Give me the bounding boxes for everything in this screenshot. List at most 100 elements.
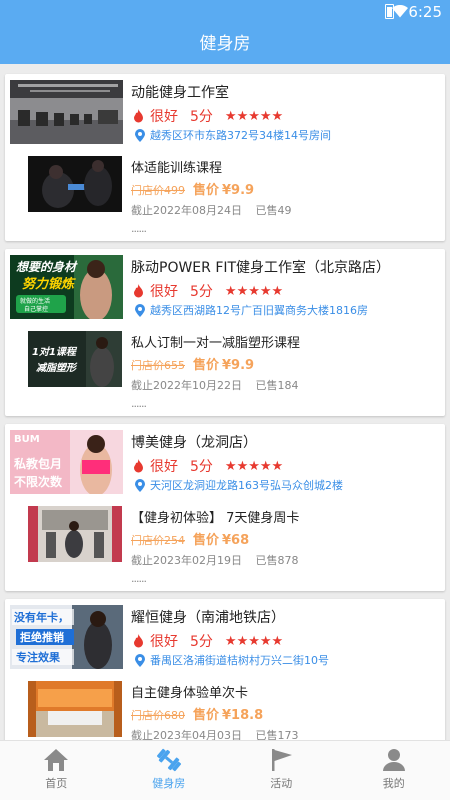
thumb-line1: 1对1课程: [32, 346, 78, 358]
sold-count: 已售184: [255, 379, 299, 392]
location-pin-icon: [135, 478, 145, 492]
price-row: 门店价655 售价 ¥9.9: [131, 354, 254, 373]
sale-price: ¥68: [222, 533, 250, 548]
svg-text:就做的生活: 就做的生活: [20, 297, 50, 305]
store-address: 越秀区西湖路12号广百旧翼商务大楼1816房: [150, 304, 368, 317]
store-name: 脉动POWER FIT健身工作室（北京路店）: [131, 260, 391, 276]
more-link[interactable]: ......: [131, 397, 147, 410]
sale-price: ¥18.8: [222, 708, 264, 723]
tab-label: 首页: [45, 777, 68, 790]
store-image: 没有年卡， 拒绝推销 专注效果: [10, 605, 123, 669]
store-image: 想要的身材 努力锻炼 就做的生活 自己掌控: [10, 255, 123, 319]
original-price: 门店价499: [131, 184, 185, 197]
store-address: 越秀区环市东路372号34楼14号房间: [150, 129, 331, 142]
status-time: 6:25: [408, 3, 442, 21]
banner-line1: 想要的身材: [16, 260, 78, 274]
tab-label: 活动: [270, 777, 293, 790]
address-row[interactable]: 越秀区环市东路372号34楼14号房间: [135, 127, 331, 143]
bottom-tab-bar: 首页 健身房 活动 我的: [0, 740, 450, 800]
price-row: 门店价254 售价 ¥68: [131, 529, 249, 548]
address-row[interactable]: 天河区龙洞迎龙路163号弘马众创城2楼: [135, 477, 343, 493]
location-pin-icon: [135, 303, 145, 317]
deadline: 截止2023年02月19日: [131, 554, 242, 567]
course-image: [28, 506, 122, 562]
flame-icon: [134, 109, 143, 123]
rating-row: 很好 5分 ★★★★★: [133, 106, 283, 126]
deadline: 截止2022年10月22日: [131, 379, 242, 392]
original-price: 门店价254: [131, 534, 185, 547]
sale-label: 售价: [193, 708, 220, 723]
star-rating: ★★★★★: [224, 633, 284, 649]
sale-label: 售价: [193, 183, 220, 198]
deadline: 截止2022年08月24日: [131, 204, 242, 217]
store-name: 动能健身工作室: [131, 85, 229, 101]
sale-label: 售价: [193, 358, 220, 373]
banner-line1: 没有年卡，: [14, 610, 69, 624]
address-row[interactable]: 越秀区西湖路12号广百旧翼商务大楼1816房: [135, 302, 368, 318]
sold-count: 已售49: [255, 204, 292, 217]
flame-icon: [134, 634, 143, 648]
flame-icon: [134, 459, 143, 473]
wifi-icon: [392, 5, 408, 18]
banner-line3: 专注效果: [16, 650, 60, 664]
tab-label: 健身房: [152, 777, 186, 790]
address-row[interactable]: 番禺区洛浦街道桔树村万兴二街10号: [135, 652, 329, 668]
store-card[interactable]: 动能健身工作室 很好 5分 ★★★★★ 越秀区环市东路372号34楼14号房间 …: [5, 74, 445, 241]
original-price: 门店价680: [131, 709, 185, 722]
status-bar: 6:25: [0, 0, 450, 24]
page-title: 健身房: [0, 24, 450, 64]
store-address: 天河区龙洞迎龙路163号弘马众创城2楼: [150, 479, 343, 492]
store-image: BUM 私教包月 不限次数: [10, 430, 123, 494]
sale-price: ¥9.9: [222, 358, 255, 373]
store-name: 博美健身（龙洞店）: [131, 435, 257, 451]
course-meta: 截止2023年02月19日 已售878: [131, 552, 299, 568]
tab-activity[interactable]: 活动: [225, 741, 338, 800]
tab-label: 我的: [382, 777, 405, 790]
store-list: 动能健身工作室 很好 5分 ★★★★★ 越秀区环市东路372号34楼14号房间 …: [0, 64, 450, 740]
home-icon: [44, 749, 69, 771]
banner-line1: 私教包月: [13, 456, 62, 471]
sold-count: 已售173: [255, 729, 299, 740]
rating-score: 5分: [190, 459, 213, 475]
store-card[interactable]: 想要的身材 努力锻炼 就做的生活 自己掌控 脉动POWER FIT健身工作室（北…: [5, 249, 445, 416]
course-name: 体适能训练课程: [131, 161, 223, 176]
course-image: [28, 681, 122, 737]
star-rating: ★★★★★: [224, 283, 284, 299]
thumb-line2: 减脂塑形: [36, 362, 78, 374]
dumbbell-icon: [156, 748, 181, 772]
rating-row: 很好 5分 ★★★★★: [133, 456, 283, 476]
tab-home[interactable]: 首页: [0, 741, 113, 800]
flag-icon: [272, 749, 293, 771]
price-row: 门店价680 售价 ¥18.8: [131, 704, 263, 723]
tab-gym[interactable]: 健身房: [113, 741, 226, 800]
tab-profile[interactable]: 我的: [338, 741, 450, 800]
store-card[interactable]: 没有年卡， 拒绝推销 专注效果 耀恒健身（南浦地铁店） 很好 5分 ★★★★★ …: [5, 599, 445, 740]
rating-text: 很好: [150, 109, 178, 125]
rating-text: 很好: [150, 459, 178, 475]
store-card[interactable]: BUM 私教包月 不限次数 博美健身（龙洞店） 很好 5分 ★★★★★ 天河区龙…: [5, 424, 445, 591]
course-meta: 截止2022年08月24日 已售49: [131, 202, 292, 218]
svg-text:自己掌控: 自己掌控: [24, 305, 48, 313]
rating-text: 很好: [150, 634, 178, 650]
store-address: 番禺区洛浦街道桔树村万兴二街10号: [150, 654, 329, 667]
store-name: 耀恒健身（南浦地铁店）: [131, 610, 285, 626]
price-row: 门店价499 售价 ¥9.9: [131, 179, 254, 198]
rating-score: 5分: [190, 109, 213, 125]
course-name: 私人订制一对一减脂塑形课程: [131, 336, 301, 351]
star-rating: ★★★★★: [224, 108, 284, 124]
deadline: 截止2023年04月03日: [131, 729, 242, 740]
user-icon: [382, 749, 405, 771]
banner-top: BUM: [14, 434, 40, 445]
course-name: 【健身初体验】 7天健身周卡: [131, 511, 300, 526]
rating-text: 很好: [150, 284, 178, 300]
banner-line2: 努力锻炼: [22, 276, 76, 292]
rating-score: 5分: [190, 634, 213, 650]
more-link[interactable]: ......: [131, 572, 147, 585]
course-meta: 截止2023年04月03日 已售173: [131, 727, 299, 740]
course-meta: 截止2022年10月22日 已售184: [131, 377, 299, 393]
rating-row: 很好 5分 ★★★★★: [133, 631, 283, 651]
more-link[interactable]: ......: [131, 222, 147, 235]
course-image: 1对1课程 减脂塑形: [28, 331, 122, 387]
flame-icon: [134, 284, 143, 298]
banner-line2: 拒绝推销: [20, 630, 64, 644]
